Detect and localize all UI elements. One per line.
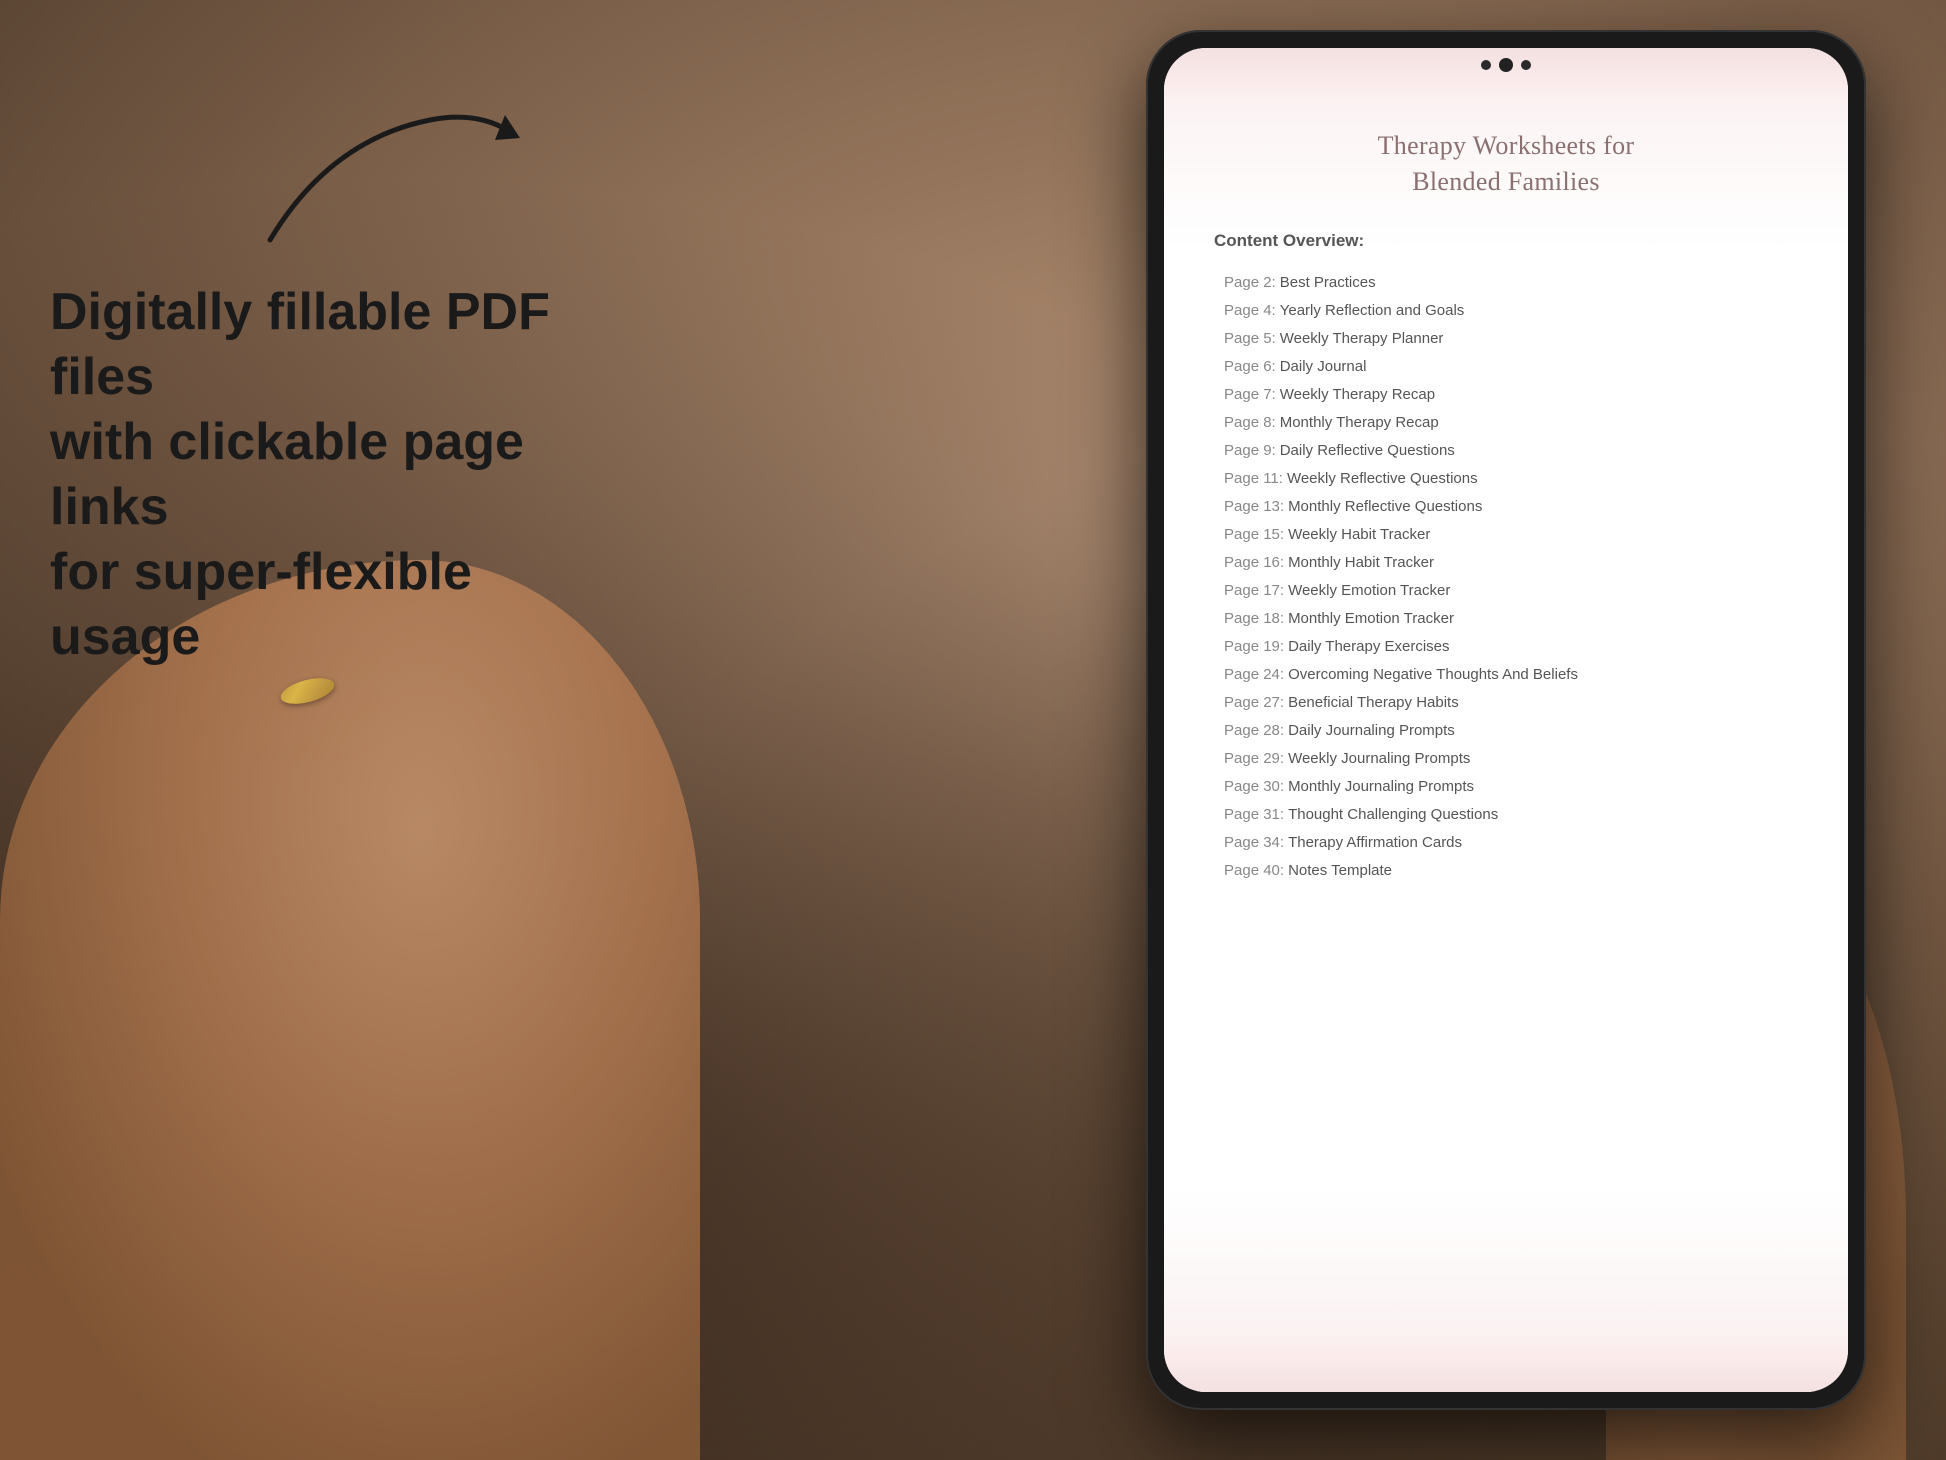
toc-item: Page 18:Monthly Emotion Tracker [1204,605,1808,633]
toc-page-title: Weekly Therapy Recap [1280,386,1435,403]
toc-page-title: Weekly Therapy Planner [1280,330,1444,347]
toc-page-label: Page 31: [1224,806,1284,823]
toc-page-title: Notes Template [1288,862,1392,879]
pdf-content-overview-label: Content Overview: [1204,231,1808,251]
toc-page-label: Page 6: [1224,358,1276,375]
camera-dot-right [1521,60,1531,70]
toc-page-title: Monthly Therapy Recap [1280,414,1439,431]
toc-item: Page 24:Overcoming Negative Thoughts And… [1204,661,1808,689]
toc-page-title: Monthly Reflective Questions [1288,498,1482,515]
toc-item: Page 2:Best Practices [1204,269,1808,297]
toc-page-title: Daily Therapy Exercises [1288,638,1449,655]
toc-item: Page 8:Monthly Therapy Recap [1204,409,1808,437]
toc-page-label: Page 27: [1224,694,1284,711]
toc-item: Page 13:Monthly Reflective Questions [1204,493,1808,521]
toc-page-label: Page 17: [1224,582,1284,599]
toc-page-title: Weekly Reflective Questions [1287,470,1478,487]
toc-page-label: Page 18: [1224,610,1284,627]
toc-page-title: Therapy Affirmation Cards [1288,834,1462,851]
promo-line2: with clickable page links [50,413,524,536]
toc-item: Page 16:Monthly Habit Tracker [1204,549,1808,577]
promo-text: Digitally fillable PDF files with clicka… [50,280,570,670]
toc-item: Page 30:Monthly Journaling Prompts [1204,773,1808,801]
toc-item: Page 34:Therapy Affirmation Cards [1204,829,1808,857]
toc-page-title: Weekly Emotion Tracker [1288,582,1450,599]
toc-item: Page 40:Notes Template [1204,857,1808,885]
toc-page-title: Yearly Reflection and Goals [1280,302,1465,319]
toc-page-title: Beneficial Therapy Habits [1288,694,1459,711]
toc-page-label: Page 16: [1224,554,1284,571]
toc-item: Page 29:Weekly Journaling Prompts [1204,745,1808,773]
toc-page-label: Page 9: [1224,442,1276,459]
toc-page-label: Page 19: [1224,638,1284,655]
pdf-title: Therapy Worksheets for Blended Families [1204,128,1808,201]
tablet-camera [1481,58,1531,72]
toc-item: Page 4:Yearly Reflection and Goals [1204,297,1808,325]
tablet-outer: Therapy Worksheets for Blended Families … [1146,30,1866,1410]
toc-page-title: Weekly Habit Tracker [1288,526,1430,543]
toc-page-title: Daily Journal [1280,358,1367,375]
promo-line1: Digitally fillable PDF files [50,283,550,406]
camera-dot-left [1481,60,1491,70]
toc-item: Page 7:Weekly Therapy Recap [1204,381,1808,409]
toc-page-label: Page 15: [1224,526,1284,543]
toc-page-title: Best Practices [1280,274,1376,291]
toc-page-label: Page 2: [1224,274,1276,291]
toc-item: Page 5:Weekly Therapy Planner [1204,325,1808,353]
toc-page-label: Page 4: [1224,302,1276,319]
toc-page-label: Page 7: [1224,386,1276,403]
pdf-page: Therapy Worksheets for Blended Families … [1164,48,1848,1392]
toc-page-title: Monthly Journaling Prompts [1288,778,1474,795]
promo-line3: for super-flexible usage [50,543,472,666]
tablet: Therapy Worksheets for Blended Families … [1146,30,1866,1410]
tablet-screen: Therapy Worksheets for Blended Families … [1164,48,1848,1392]
toc-page-label: Page 40: [1224,862,1284,879]
toc-page-label: Page 24: [1224,666,1284,683]
toc-page-label: Page 34: [1224,834,1284,851]
toc-item: Page 9:Daily Reflective Questions [1204,437,1808,465]
toc-page-title: Monthly Emotion Tracker [1288,610,1454,627]
pdf-title-line1: Therapy Worksheets for [1378,131,1635,160]
toc-item: Page 15:Weekly Habit Tracker [1204,521,1808,549]
camera-dot-main [1499,58,1513,72]
toc-item: Page 6:Daily Journal [1204,353,1808,381]
ring-left [278,673,337,708]
arrow-container [250,80,550,280]
toc-page-label: Page 28: [1224,722,1284,739]
toc-page-title: Monthly Habit Tracker [1288,554,1434,571]
toc-page-label: Page 8: [1224,414,1276,431]
toc-item: Page 11:Weekly Reflective Questions [1204,465,1808,493]
toc-item: Page 28:Daily Journaling Prompts [1204,717,1808,745]
toc-page-title: Daily Reflective Questions [1280,442,1455,459]
toc-item: Page 31:Thought Challenging Questions [1204,801,1808,829]
toc-page-title: Weekly Journaling Prompts [1288,750,1470,767]
pdf-toc: Page 2:Best PracticesPage 4:Yearly Refle… [1204,269,1808,885]
toc-item: Page 19:Daily Therapy Exercises [1204,633,1808,661]
toc-item: Page 27:Beneficial Therapy Habits [1204,689,1808,717]
toc-page-title: Overcoming Negative Thoughts And Beliefs [1288,666,1578,683]
pdf-title-line2: Blended Families [1412,167,1600,196]
arrow-icon [250,80,550,280]
toc-page-label: Page 13: [1224,498,1284,515]
toc-page-title: Daily Journaling Prompts [1288,722,1455,739]
toc-page-label: Page 11: [1224,470,1283,487]
toc-page-title: Thought Challenging Questions [1288,806,1498,823]
toc-page-label: Page 29: [1224,750,1284,767]
toc-page-label: Page 5: [1224,330,1276,347]
toc-page-label: Page 30: [1224,778,1284,795]
hand-left [0,560,700,1460]
toc-item: Page 17:Weekly Emotion Tracker [1204,577,1808,605]
